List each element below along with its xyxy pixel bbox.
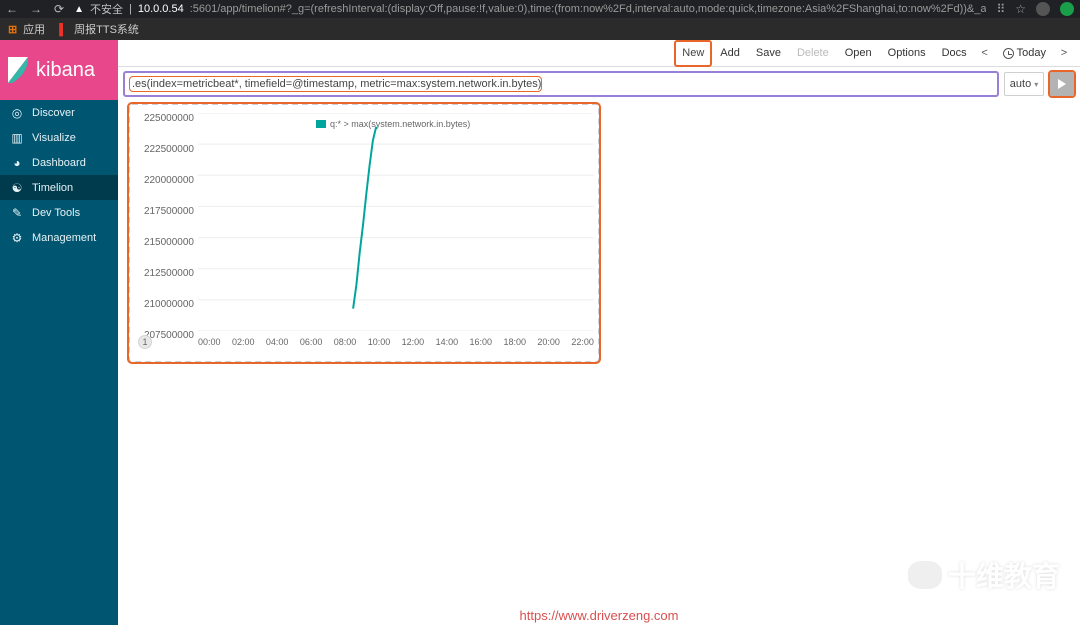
watermark: 十维教育 xyxy=(908,555,1060,595)
x-axis-labels: 00:0002:00 04:0006:00 08:0010:00 12:0014… xyxy=(198,337,594,347)
run-button[interactable] xyxy=(1050,72,1074,96)
lion-icon: ☯ xyxy=(10,181,24,195)
sidebar-item-timelion[interactable]: ☯ Timelion xyxy=(0,175,118,200)
star-icon[interactable]: ☆ xyxy=(1015,2,1026,16)
insecure-warning-icon: ▲ xyxy=(74,4,84,15)
sidebar-item-label: Timelion xyxy=(32,182,73,194)
sidebar-item-management[interactable]: ⚙ Management xyxy=(0,225,118,250)
brand-label: kibana xyxy=(36,59,95,82)
open-button[interactable]: Open xyxy=(837,40,880,67)
forward-icon[interactable]: → xyxy=(30,2,42,16)
top-menu: New Add Save Delete Open Options Docs < … xyxy=(118,40,1080,67)
bookmark-bar: ⊞ 应用 ▌ 周报TTS系统 xyxy=(0,18,1080,40)
kibana-logo[interactable]: kibana xyxy=(0,40,118,100)
sidebar-item-label: Dev Tools xyxy=(32,207,80,219)
chart-plot-area xyxy=(198,113,594,331)
back-icon[interactable]: ← xyxy=(6,2,18,16)
sidebar: kibana ◎ Discover ▥ Visualize ◕ Dashboard ☯… xyxy=(0,40,118,625)
footer-link[interactable]: https://www.driverzeng.com xyxy=(520,608,679,623)
main-content: New Add Save Delete Open Options Docs < … xyxy=(118,40,1080,625)
sidebar-item-label: Dashboard xyxy=(32,157,86,169)
delete-button: Delete xyxy=(789,40,837,67)
kibana-logo-icon xyxy=(8,57,30,83)
page-indicator[interactable]: 1 xyxy=(138,335,152,349)
new-button[interactable]: New xyxy=(674,40,712,67)
apps-bookmark[interactable]: ⊞ 应用 xyxy=(8,21,45,37)
sidebar-item-dashboard[interactable]: ◕ Dashboard xyxy=(0,150,118,175)
gauge-icon: ◕ xyxy=(10,156,24,170)
extension-icon[interactable] xyxy=(1060,2,1074,16)
sidebar-item-label: Management xyxy=(32,232,96,244)
url-host[interactable]: 10.0.0.54 xyxy=(138,3,184,15)
tts-bookmark[interactable]: ▌ 周报TTS系统 xyxy=(59,21,139,37)
wechat-icon xyxy=(908,561,942,589)
time-picker[interactable]: Today xyxy=(995,40,1054,67)
y-axis-labels: 225000000 222500000 220000000 217500000 … xyxy=(138,113,194,333)
save-button[interactable]: Save xyxy=(748,40,789,67)
translate-icon[interactable]: ⠿ xyxy=(996,2,1005,16)
prev-time-button[interactable]: < xyxy=(975,47,995,59)
next-time-button[interactable]: > xyxy=(1054,47,1074,59)
gear-icon: ⚙ xyxy=(10,231,24,245)
play-icon xyxy=(1057,79,1067,89)
timelion-chart-panel[interactable]: q:* > max(system.network.in.bytes) 22500… xyxy=(128,103,600,363)
compass-icon: ◎ xyxy=(10,106,24,120)
profile-icon[interactable] xyxy=(1036,2,1050,16)
sidebar-item-devtools[interactable]: ✎ Dev Tools xyxy=(0,200,118,225)
insecure-label: 不安全 xyxy=(90,1,123,17)
sidebar-item-label: Discover xyxy=(32,107,75,119)
reload-icon[interactable]: ⟳ xyxy=(54,2,64,16)
url-path[interactable]: :5601/app/timelion#?_g=(refreshInterval:… xyxy=(190,3,987,15)
sidebar-item-discover[interactable]: ◎ Discover xyxy=(0,100,118,125)
url-separator: | xyxy=(129,3,132,15)
timelion-expression-input[interactable]: .es(index=metricbeat*, timefield=@timest… xyxy=(124,72,998,96)
clock-icon xyxy=(1003,48,1014,59)
docs-button[interactable]: Docs xyxy=(934,40,975,67)
interval-select[interactable]: auto xyxy=(1004,72,1044,96)
watermark-text: 十维教育 xyxy=(948,555,1060,595)
time-picker-label: Today xyxy=(1017,47,1046,59)
wrench-icon: ✎ xyxy=(10,206,24,220)
sidebar-item-label: Visualize xyxy=(32,132,76,144)
expression-text: .es(index=metricbeat*, timefield=@timest… xyxy=(130,77,541,91)
bar-chart-icon: ▥ xyxy=(10,131,24,145)
sidebar-item-visualize[interactable]: ▥ Visualize xyxy=(0,125,118,150)
browser-address-bar: ← → ⟳ ▲ 不安全 | 10.0.0.54 :5601/app/timeli… xyxy=(0,0,1080,18)
options-button[interactable]: Options xyxy=(880,40,934,67)
add-button[interactable]: Add xyxy=(712,40,748,67)
